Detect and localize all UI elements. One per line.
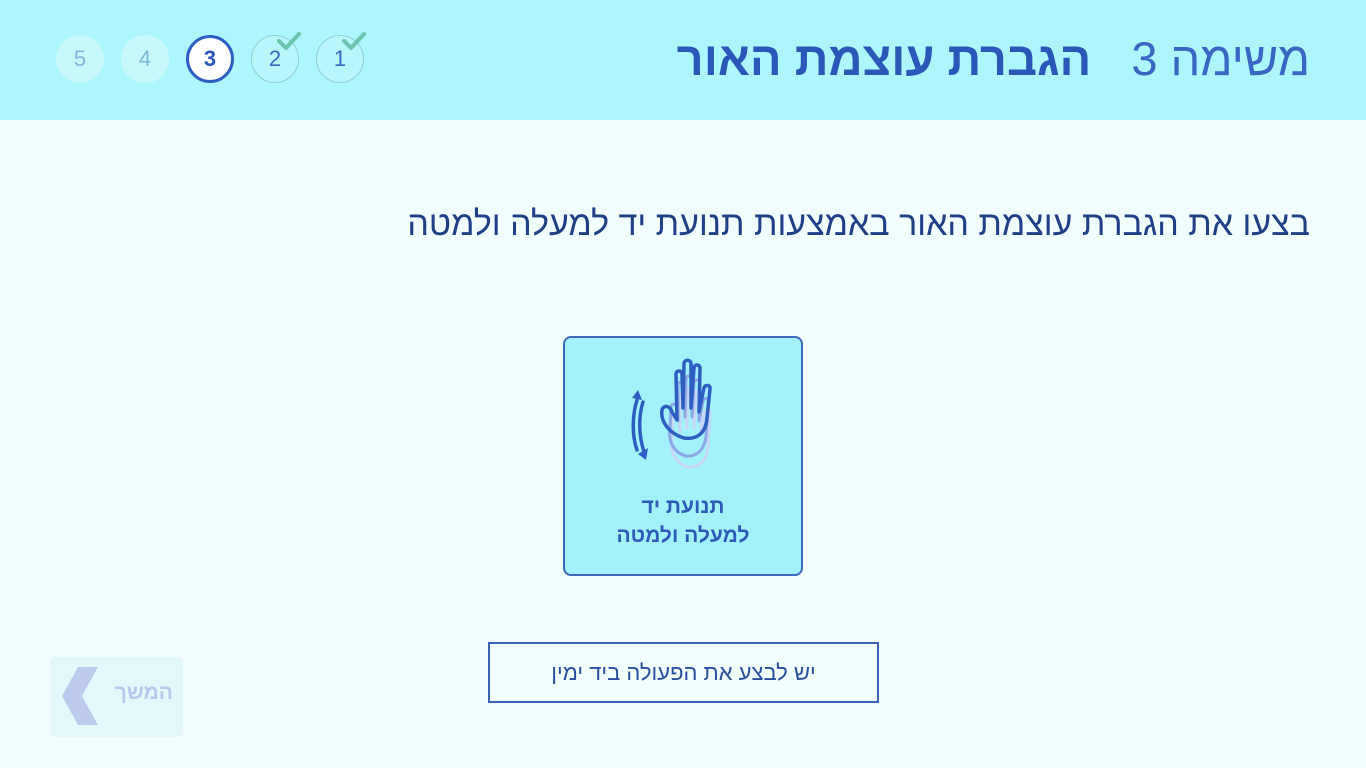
gesture-label: תנועת יד למעלה ולמטה [565, 492, 801, 550]
continue-button[interactable]: המשך [50, 657, 183, 737]
task-number: משימה 3 [1131, 31, 1310, 85]
step-5: 5 [56, 35, 104, 83]
step-indicator: 5 4 3 2 1 [56, 32, 366, 83]
checkmark-icon [342, 32, 366, 50]
step-number: 4 [138, 46, 152, 71]
gesture-label-line-2: למעלה ולמטה [616, 524, 750, 547]
step-3: 3 [186, 35, 234, 83]
gesture-card[interactable]: תנועת יד למעלה ולמטה [563, 336, 803, 576]
step-1: 1 [316, 32, 366, 83]
step-number: 3 [203, 46, 217, 71]
step-number: 5 [73, 46, 87, 71]
hint-text: יש לבצע את הפעולה ביד ימין [551, 659, 816, 685]
chevron-left-icon [62, 667, 98, 725]
header-bar: משימה 3 הגברת עוצמת האור 5 4 3 2 1 [0, 0, 1366, 120]
hand-up-down-icon [631, 358, 712, 469]
page-title: משימה 3 הגברת עוצמת האור [677, 28, 1310, 88]
step-4: 4 [121, 35, 169, 83]
gesture-label-line-1: תנועת יד [641, 495, 725, 518]
continue-label: המשך [114, 681, 173, 704]
step-2: 2 [251, 32, 301, 83]
right-hand-hint: יש לבצע את הפעולה ביד ימין [488, 642, 879, 703]
checkmark-icon [277, 32, 301, 50]
instruction-text: בצעו את הגברת עוצמת האור באמצעות תנועת י… [407, 205, 1310, 243]
task-name: הגברת עוצמת האור [676, 31, 1092, 85]
